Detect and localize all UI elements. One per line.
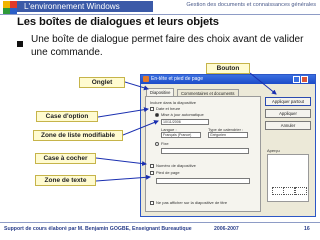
callout-zone-liste: Zone de liste modifiable bbox=[33, 130, 123, 141]
arrow-onglet bbox=[124, 81, 149, 91]
callout-case-option: Case d'option bbox=[36, 111, 98, 122]
arrow-case-option bbox=[97, 107, 149, 118]
callout-onglet: Onglet bbox=[79, 77, 125, 88]
footer-divider bbox=[0, 222, 320, 223]
arrow-zone-liste bbox=[122, 120, 159, 136]
page-number: 16 bbox=[304, 226, 310, 232]
arrow-bouton bbox=[249, 72, 277, 95]
callout-bouton: Bouton bbox=[206, 63, 250, 74]
callout-case-cocher: Case à cocher bbox=[35, 153, 96, 164]
footer-credit: Support de cours élaboré par M. Benjamin… bbox=[4, 226, 192, 232]
footer-year: 2006-2007 bbox=[214, 226, 239, 232]
callout-zone-texte: Zone de texte bbox=[35, 175, 96, 186]
arrow-zone-texte bbox=[95, 174, 151, 182]
arrow-case-cocher bbox=[95, 157, 147, 167]
